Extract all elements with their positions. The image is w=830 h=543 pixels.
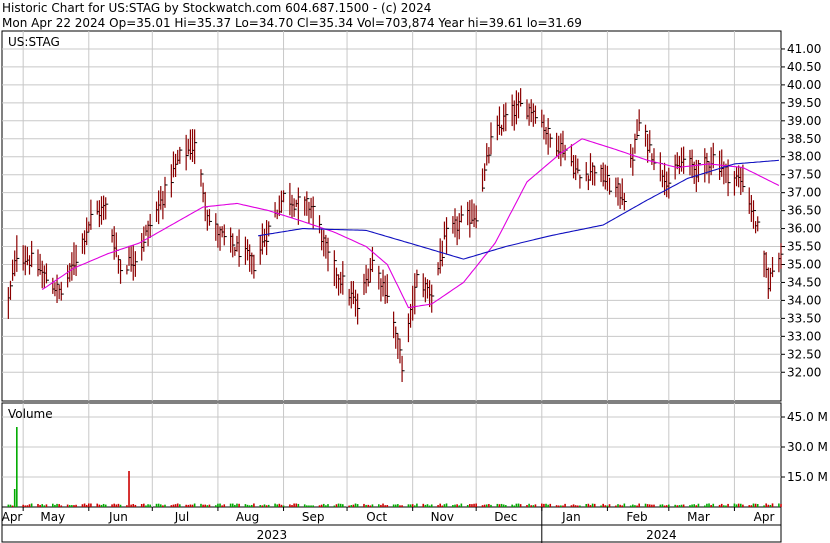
price-tick-label: 34.00	[787, 293, 821, 307]
month-label: Feb	[626, 510, 647, 524]
chart-title: US:STAG	[8, 35, 60, 49]
month-label: Aug	[236, 510, 259, 524]
year-label: 2024	[646, 528, 677, 542]
month-label: Nov	[431, 510, 454, 524]
price-tick-label: 35.00	[787, 257, 821, 271]
price-tick-label: 39.50	[787, 96, 821, 110]
price-tick-label: 38.00	[787, 150, 821, 164]
year-label: 2023	[257, 528, 288, 542]
stock-chart: 41.00 40.50 40.00 39.50 39.00 38.50 38.00 37.50…	[1, 30, 828, 543]
month-label: Jun	[108, 510, 128, 524]
price-tick-label: 40.00	[787, 78, 821, 92]
month-label: Oct	[366, 510, 387, 524]
volume-tick-label: 15.0 M	[787, 470, 828, 484]
volume-title: Volume	[8, 407, 53, 421]
price-tick-label: 33.00	[787, 329, 821, 343]
price-panel-frame	[1, 30, 782, 402]
month-label: Sep	[302, 510, 325, 524]
price-tick-label: 36.00	[787, 222, 821, 236]
price-bars	[7, 88, 784, 382]
price-tick-label: 34.50	[787, 275, 821, 289]
month-label: Apr	[754, 510, 775, 524]
price-tick-label: 32.50	[787, 347, 821, 361]
price-tick-label: 37.50	[787, 168, 821, 182]
price-tick-label: 39.00	[787, 114, 821, 128]
month-label: May	[40, 510, 65, 524]
price-tick-label: 40.50	[787, 60, 821, 74]
volume-tick-label: 30.0 M	[787, 440, 828, 454]
month-label: Apr	[2, 510, 23, 524]
month-label: Jul	[174, 510, 189, 524]
price-tick-label: 38.50	[787, 132, 821, 146]
price-tick-label: 32.00	[787, 365, 821, 379]
month-label: Mar	[687, 510, 710, 524]
price-tick-label: 36.50	[787, 204, 821, 218]
volume-bars	[7, 427, 782, 507]
price-tick-label: 33.50	[787, 311, 821, 325]
price-tick-label: 35.50	[787, 240, 821, 254]
month-label: Dec	[494, 510, 517, 524]
volume-tick-label: 45.0 M	[787, 410, 828, 424]
price-tick-label: 37.00	[787, 186, 821, 200]
volume-panel-frame	[1, 402, 782, 508]
price-tick-label: 41.00	[787, 42, 821, 56]
month-label: Jan	[561, 510, 581, 524]
